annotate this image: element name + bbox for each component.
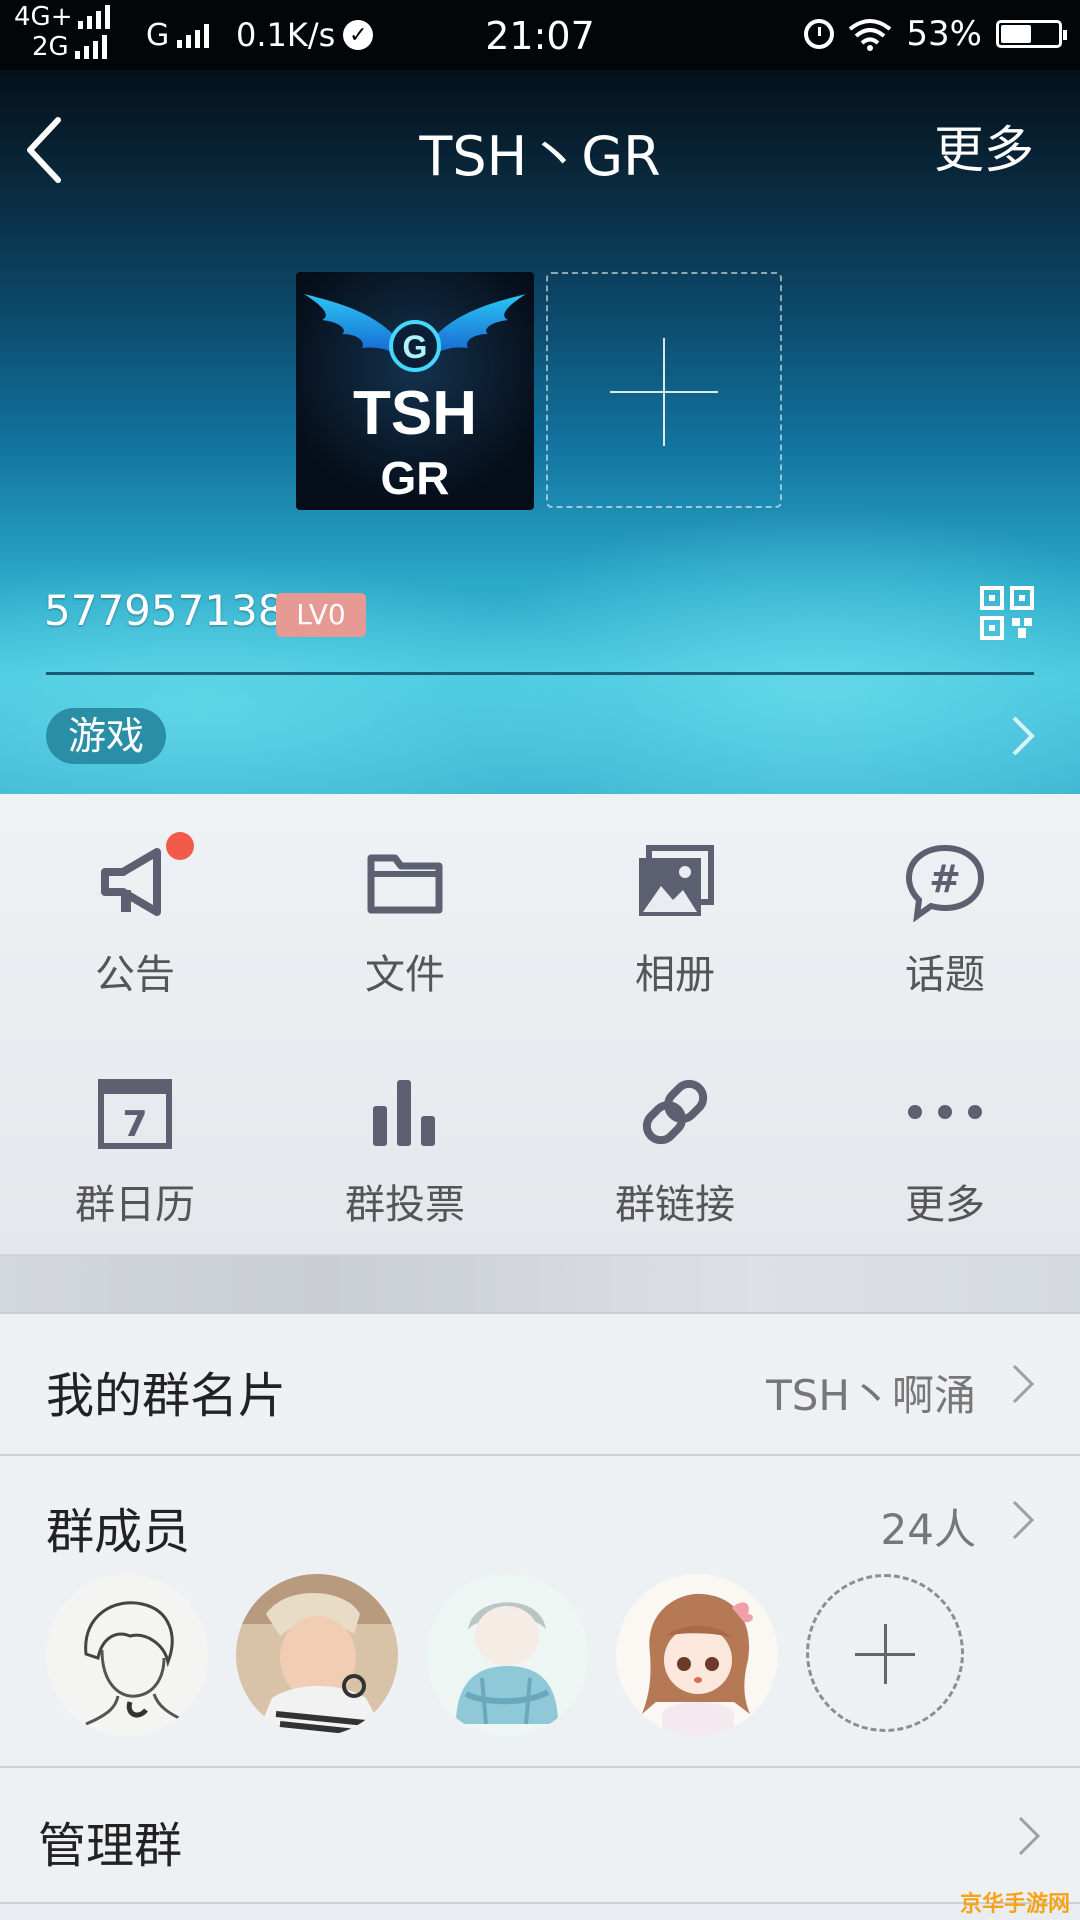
notification-dot <box>166 832 194 860</box>
member-count: 24人 <box>880 1505 976 1554</box>
header-divider <box>46 672 1034 675</box>
tool-label: 群投票 <box>345 1182 465 1228</box>
battery-fill <box>1001 25 1031 43</box>
poll-icon <box>373 1080 435 1146</box>
group-header: TSH丶GR 更多 G TSH GR 577957138 LV0 游戏 <box>0 70 1080 794</box>
chevron-right-icon[interactable] <box>1008 714 1038 758</box>
tool-label: 话题 <box>905 952 985 998</box>
manage-group-row[interactable]: 管理群 <box>0 1768 1080 1904</box>
row-title: 群成员 <box>46 1504 191 1560</box>
page-title: TSH丶GR <box>419 125 661 188</box>
member-avatar[interactable] <box>46 1574 208 1736</box>
group-id: 577957138 <box>44 586 285 635</box>
tool-link[interactable]: 群链接 <box>540 1024 810 1228</box>
topic-icon: # <box>905 844 985 922</box>
album-icon <box>639 845 714 916</box>
megaphone-icon <box>101 848 161 916</box>
tool-label: 群链接 <box>615 1182 735 1228</box>
watermark: 京华手游网 <box>959 1892 1070 1917</box>
member-avatar[interactable] <box>616 1574 778 1736</box>
chevron-right-icon <box>1012 1364 1035 1404</box>
tool-label: 文件 <box>365 952 445 998</box>
link-icon <box>642 1079 708 1145</box>
logo-text-top: TSH <box>353 379 477 448</box>
status-icons: 53% <box>804 14 1067 54</box>
more-button[interactable]: 更多 <box>934 110 1034 182</box>
group-members-row[interactable]: 群成员 24人 <box>0 1456 1080 1768</box>
member-avatar[interactable] <box>426 1574 588 1736</box>
more-icon <box>908 1105 982 1119</box>
row-value: TSH丶啊涌 <box>766 1371 976 1420</box>
add-photo-button[interactable] <box>546 272 782 508</box>
tool-more[interactable]: 更多 <box>810 1024 1080 1228</box>
battery-icon <box>996 20 1067 48</box>
svg-text:#: # <box>929 857 961 901</box>
status-bar: 4G+ 2G G 0.1K/s ✓ 21:07 53% <box>0 0 1080 70</box>
logo-text-bottom: GR <box>381 452 450 504</box>
group-logo-image: G TSH GR <box>304 294 526 504</box>
battery-percent: 53% <box>906 14 982 54</box>
tool-album[interactable]: 相册 <box>540 794 810 998</box>
level-badge: LV0 <box>276 593 366 637</box>
calendar-day: 7 <box>122 1104 147 1145</box>
alarm-icon <box>804 19 835 49</box>
tool-calendar[interactable]: 7 群日历 <box>0 1024 270 1228</box>
tool-label: 群日历 <box>75 1182 195 1228</box>
tool-label: 更多 <box>905 1182 985 1228</box>
row-title: 我的群名片 <box>46 1368 287 1424</box>
tool-label: 相册 <box>635 952 715 998</box>
tool-announcement[interactable]: 公告 <box>0 794 270 998</box>
folder-icon <box>367 854 443 914</box>
my-group-card-row[interactable]: 我的群名片 TSH丶啊涌 <box>0 1314 1080 1456</box>
group-avatar[interactable]: G TSH GR <box>296 272 534 510</box>
calendar-icon: 7 <box>98 1079 172 1149</box>
row-title: 管理群 <box>38 1818 183 1874</box>
chevron-right-icon <box>1018 1816 1041 1856</box>
tool-files[interactable]: 文件 <box>270 794 540 998</box>
category-tag[interactable]: 游戏 <box>46 708 167 764</box>
group-tools-grid: 公告 文件 相册 # 话题 7 群日历 群投票 群链接 更多 <box>0 794 1080 1256</box>
add-member-button[interactable] <box>806 1574 964 1732</box>
chevron-right-icon <box>1012 1500 1035 1540</box>
tool-poll[interactable]: 群投票 <box>270 1024 540 1228</box>
qr-code-icon[interactable] <box>980 586 1034 640</box>
section-separator <box>0 1256 1080 1314</box>
tool-topic[interactable]: # 话题 <box>810 794 1080 998</box>
logo-letter: G <box>403 329 428 365</box>
wifi-icon <box>849 19 892 51</box>
member-avatar[interactable] <box>236 1574 398 1736</box>
tool-label: 公告 <box>95 952 175 998</box>
